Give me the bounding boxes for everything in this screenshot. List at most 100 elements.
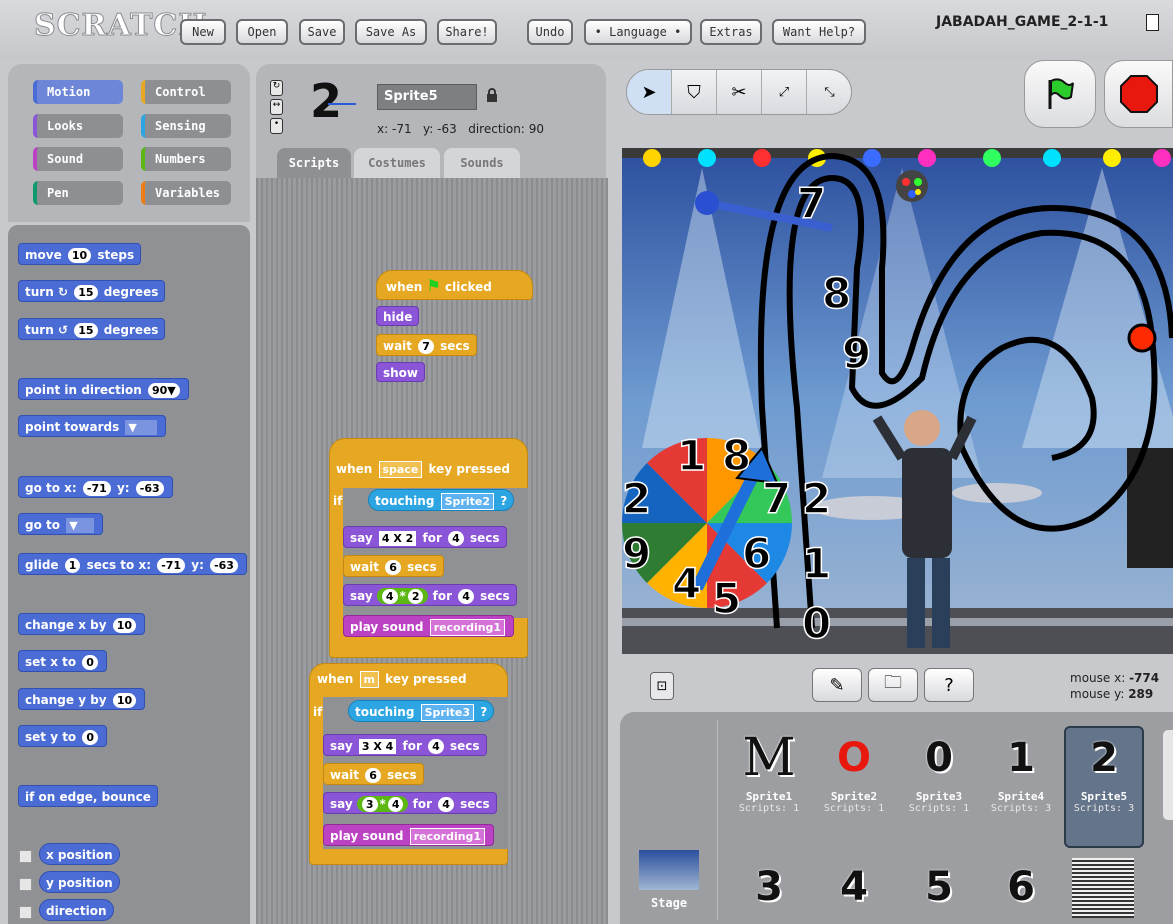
tab-scripts[interactable]: Scripts <box>277 148 351 178</box>
reporter-checkbox-x[interactable] <box>19 846 32 865</box>
sprite-list-scrollbar[interactable] <box>1163 730 1173 820</box>
category-looks[interactable]: Looks <box>33 114 123 138</box>
no-rotate-icon[interactable]: • <box>270 118 283 134</box>
block-say[interactable]: say 3 X 4 for 4 secs <box>323 734 487 756</box>
block-input[interactable]: 4 <box>387 797 404 812</box>
block-input[interactable]: 90▼ <box>147 383 180 398</box>
key-dropdown[interactable]: m <box>359 671 379 688</box>
block-input[interactable]: 4 <box>448 531 464 546</box>
category-control[interactable]: Control <box>141 80 231 104</box>
new-button[interactable]: New <box>180 19 226 45</box>
save-button[interactable]: Save <box>299 19 345 45</box>
block-input[interactable]: -71 <box>82 481 111 496</box>
dropdown[interactable]: ▼ <box>125 420 158 435</box>
block-set-x[interactable]: set x to 0 <box>18 650 107 672</box>
sprite-item-row2-2[interactable]: 5 <box>901 855 977 919</box>
sound-dropdown[interactable]: recording1 <box>409 828 486 845</box>
block-input[interactable]: 0 <box>82 655 98 670</box>
block-point-in-direction[interactable]: point in direction 90▼ <box>18 378 189 400</box>
shrink-tool-icon[interactable]: ⤡ <box>807 70 852 114</box>
block-input[interactable]: 6 <box>365 768 381 783</box>
sound-dropdown[interactable]: recording1 <box>429 619 506 636</box>
block-input[interactable]: -63 <box>135 481 164 496</box>
tab-costumes[interactable]: Costumes <box>354 148 440 178</box>
rotate-all-icon[interactable]: ↻ <box>270 80 283 96</box>
block-hide[interactable]: hide <box>376 306 420 326</box>
rotation-style-buttons[interactable]: ↻ ↔ • <box>270 80 284 138</box>
key-dropdown[interactable]: space <box>378 461 423 478</box>
language-button[interactable]: • Language • <box>584 19 692 45</box>
target-dropdown[interactable]: Sprite2 <box>440 493 494 510</box>
reporter-checkbox-direction[interactable] <box>19 902 32 921</box>
category-sensing[interactable]: Sensing <box>141 114 231 138</box>
sprite-item-sprite1[interactable]: M Sprite1 Scripts: 1 <box>731 726 807 814</box>
multiply-operator[interactable]: 3 * 4 <box>356 796 409 812</box>
category-motion[interactable]: Motion <box>33 80 123 104</box>
block-input[interactable]: 4 X 2 <box>378 531 417 546</box>
block-input[interactable]: 0 <box>82 730 99 745</box>
dropdown[interactable]: ▼ <box>66 518 95 533</box>
reporter-direction[interactable]: direction <box>39 899 114 921</box>
grow-tool-icon[interactable]: ⤢ <box>762 70 807 114</box>
paint-new-sprite-icon[interactable]: ✎ <box>812 668 862 702</box>
touching-condition[interactable]: touching Sprite3 ? <box>348 700 495 722</box>
sprite-item-row2-3[interactable]: 6 <box>983 855 1059 919</box>
project-notes-icon[interactable] <box>1146 14 1159 31</box>
stage-thumbnail[interactable]: Stage <box>636 850 702 924</box>
sprite-name-field[interactable]: Sprite5 <box>377 84 477 110</box>
undo-button[interactable]: Undo <box>527 19 573 45</box>
block-play-sound[interactable]: play sound recording1 <box>343 615 515 637</box>
block-bounce[interactable]: if on edge, bounce <box>18 785 158 807</box>
block-input[interactable]: 15 <box>74 323 98 338</box>
block-change-x[interactable]: change x by 10 <box>18 613 146 635</box>
block-input[interactable]: 10 <box>112 618 137 633</box>
sprite-item-text-thumb[interactable] <box>1072 858 1134 918</box>
sprite-item-sprite3[interactable]: 0 Sprite3 Scripts: 1 <box>901 726 977 814</box>
block-set-y[interactable]: set y to 0 <box>18 725 108 747</box>
open-button[interactable]: Open <box>236 19 288 45</box>
block-move[interactable]: move 10 steps <box>18 243 142 265</box>
hat-key-m[interactable]: when m key pressed <box>317 668 467 690</box>
hat-key-space[interactable]: when space key pressed <box>336 458 510 480</box>
block-input[interactable]: 10 <box>112 693 137 708</box>
category-sound[interactable]: Sound <box>33 147 123 171</box>
sprite-item-sprite4[interactable]: 1 Sprite4 Scripts: 3 <box>983 726 1059 814</box>
stamp-tool-icon[interactable]: ⛉ <box>672 70 717 114</box>
block-go-to-xy[interactable]: go to x: -71 y: -63 <box>18 476 173 498</box>
block-play-sound[interactable]: play sound recording1 <box>323 824 495 846</box>
block-input[interactable]: -71 <box>157 558 186 573</box>
block-input[interactable]: 2 <box>407 589 424 604</box>
stop-button[interactable] <box>1104 60 1173 128</box>
choose-sprite-from-file-icon[interactable]: 🗀 <box>868 668 918 702</box>
block-say-expression[interactable]: say 3 * 4 for 4 secs <box>323 792 497 814</box>
share-button[interactable]: Share! <box>437 19 497 45</box>
surprise-sprite-icon[interactable]: ? <box>924 668 974 702</box>
block-turn-clockwise[interactable]: turn ↻ 15 degrees <box>18 280 166 302</box>
block-wait[interactable]: wait 6 secs <box>343 555 444 577</box>
category-pen[interactable]: Pen <box>33 181 123 205</box>
category-variables[interactable]: Variables <box>141 181 231 205</box>
sprite-item-row2-0[interactable]: 3 <box>731 855 807 919</box>
reporter-y-position[interactable]: y position <box>39 871 120 893</box>
block-input[interactable]: 3 X 4 <box>358 739 397 754</box>
presentation-mode-icon[interactable]: ⊡ <box>650 672 674 700</box>
block-input[interactable]: 3 <box>361 797 378 812</box>
block-change-y[interactable]: change y by 10 <box>18 688 146 710</box>
help-button[interactable]: Want Help? <box>772 19 866 45</box>
multiply-operator[interactable]: 4 * 2 <box>376 588 429 604</box>
left-right-icon[interactable]: ↔ <box>270 99 283 115</box>
block-say[interactable]: say 4 X 2 for 4 secs <box>343 526 507 548</box>
reporter-checkbox-y[interactable] <box>19 874 32 893</box>
block-wait[interactable]: wait 6 secs <box>323 763 424 785</box>
block-input[interactable]: 6 <box>385 560 401 575</box>
scissors-tool-icon[interactable]: ✂ <box>717 70 762 114</box>
stage[interactable]: 1 8 7 6 5 4 9 2 7 8 9 2 1 0 <box>622 148 1173 654</box>
lock-icon[interactable] <box>487 88 497 102</box>
block-turn-counterclockwise[interactable]: turn ↺ 15 degrees <box>18 318 166 340</box>
sprite-item-sprite5[interactable]: 2 Sprite5 Scripts: 3 <box>1066 726 1142 814</box>
save-as-button[interactable]: Save As <box>355 19 427 45</box>
hat-green-flag[interactable]: when ⚑ clicked <box>376 270 533 300</box>
block-glide[interactable]: glide 1 secs to x: -71 y: -63 <box>18 553 247 575</box>
extras-button[interactable]: Extras <box>700 19 762 45</box>
block-wait[interactable]: wait 7 secs <box>376 334 477 356</box>
